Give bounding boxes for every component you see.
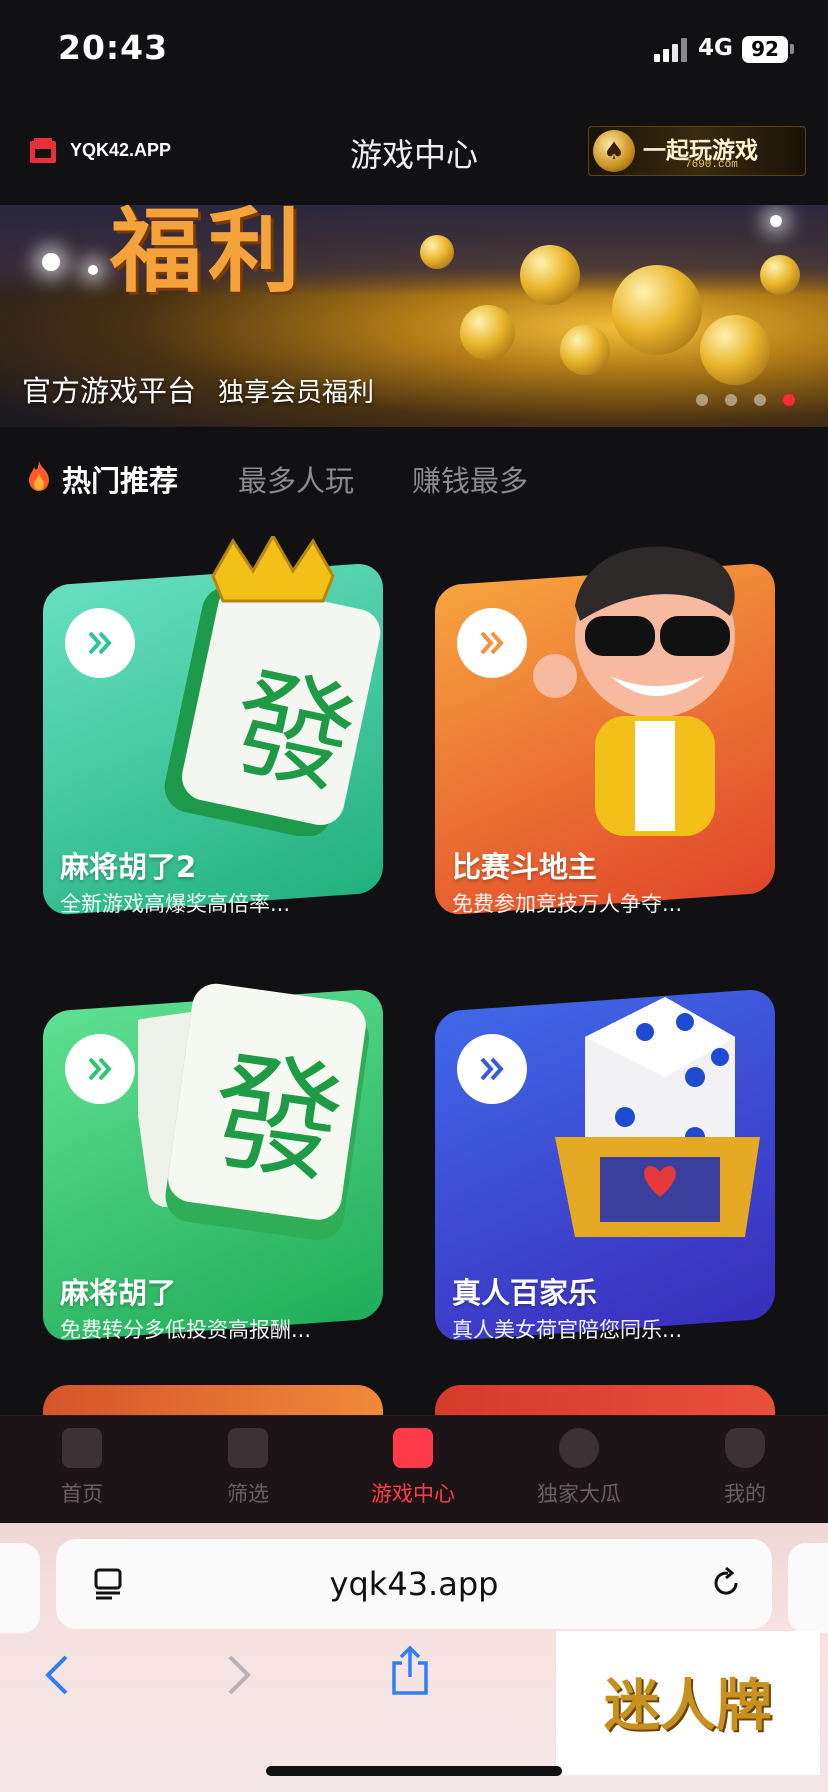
cartoon-character-art: [533, 546, 735, 836]
forward-icon[interactable]: [220, 1653, 256, 1697]
double-chevron-icon: [88, 631, 112, 655]
nav-filter[interactable]: 筛选: [193, 1428, 303, 1508]
back-icon[interactable]: [40, 1653, 76, 1697]
filter-icon: [228, 1428, 268, 1468]
gold-coin: [520, 245, 580, 305]
gold-coin: [560, 325, 610, 375]
status-bar: 20:43 4G 92: [0, 0, 828, 100]
home-indicator[interactable]: [266, 1766, 562, 1776]
planet-icon: [559, 1428, 599, 1468]
nav-exclusive[interactable]: 独家大瓜: [524, 1428, 634, 1508]
mahjong-tile-crown-art: 發: [164, 536, 381, 836]
tab-hot-recommend[interactable]: 热门推荐: [62, 458, 178, 500]
carousel-dot[interactable]: [696, 394, 708, 406]
game-title: 麻将胡了: [60, 1276, 177, 1310]
stadium-light: [42, 253, 60, 271]
hero-art-text: 福利: [110, 205, 307, 305]
nav-game-center[interactable]: 游戏中心: [358, 1428, 468, 1508]
hero-banner[interactable]: 福利 官方游戏平台 独享会员福利: [0, 205, 828, 427]
carousel-dot[interactable]: [754, 394, 766, 406]
nav-label: 游戏中心: [371, 1482, 455, 1506]
double-chevron-icon: [480, 631, 504, 655]
gold-coin: [760, 255, 800, 295]
game-desc: 免费参加竞技万人争夺...: [452, 892, 683, 916]
battery-tip: [790, 44, 794, 54]
category-tabs: 热门推荐 最多人玩 赚钱最多: [0, 440, 828, 516]
gold-coin: [700, 315, 770, 385]
tab-most-earning[interactable]: 赚钱最多: [412, 458, 528, 500]
nav-profile[interactable]: 我的: [690, 1428, 800, 1508]
game-title: 比赛斗地主: [452, 850, 598, 884]
game-card-baccarat[interactable]: 真人百家乐 真人美女荷官陪您同乐...: [435, 988, 775, 1342]
stadium-light: [88, 265, 98, 275]
nav-label: 我的: [724, 1482, 766, 1506]
dice-treasure-art: [555, 997, 760, 1237]
double-chevron-icon: [480, 1057, 504, 1081]
nav-label: 筛选: [227, 1482, 269, 1506]
game-card-mahjong[interactable]: 發 麻将胡了 免费转分多低投资高报酬...: [43, 983, 383, 1342]
stadium-light: [770, 215, 782, 227]
game-desc: 真人美女荷官陪您同乐...: [452, 1318, 683, 1342]
game-title: 麻将胡了2: [60, 850, 197, 884]
spade-coin-icon: ♠: [593, 130, 635, 172]
profile-icon: [725, 1428, 765, 1468]
svg-text:發: 發: [202, 1034, 352, 1203]
watermark-text: 迷人牌: [604, 1673, 772, 1739]
game-desc: 免费转分多低投资高报酬...: [60, 1318, 312, 1342]
tab-most-played[interactable]: 最多人玩: [238, 458, 354, 500]
carousel-dot-active[interactable]: [783, 394, 795, 406]
signal-icon: [654, 38, 688, 62]
play-button[interactable]: [65, 1034, 135, 1104]
app-header: YQK42.APP 游戏中心 ♠ 一起玩游戏 7690.com: [0, 100, 828, 205]
gold-coin: [612, 265, 702, 355]
nav-home[interactable]: 首页: [27, 1428, 137, 1508]
battery-icon: 92: [742, 36, 788, 63]
prev-tab-stub[interactable]: [0, 1543, 40, 1633]
ad-domain: 7690.com: [685, 159, 738, 171]
address-bar[interactable]: yqk43.app: [56, 1539, 772, 1629]
watermark-logo: 迷人牌: [556, 1631, 820, 1775]
clapperboard-icon: [62, 1428, 102, 1468]
play-button[interactable]: [457, 608, 527, 678]
bottom-nav: 首页 筛选 游戏中心 独家大瓜 我的: [0, 1415, 828, 1523]
fire-icon: [29, 461, 49, 491]
carousel-dots[interactable]: [696, 391, 812, 406]
status-time: 20:43: [58, 28, 169, 67]
reload-icon[interactable]: [708, 1565, 744, 1601]
game-card-icon: [393, 1428, 433, 1468]
hero-caption: 官方游戏平台 独享会员福利: [22, 368, 396, 410]
hero-caption-main: 官方游戏平台: [22, 374, 197, 408]
share-icon[interactable]: [388, 1645, 432, 1697]
next-tab-stub[interactable]: [788, 1543, 828, 1633]
ad-banner[interactable]: ♠ 一起玩游戏 7690.com: [588, 126, 806, 176]
game-card-mahjong-2[interactable]: 發 麻将胡了2 全新游戏高爆奖高倍率...: [43, 536, 383, 916]
nav-label: 首页: [61, 1482, 103, 1506]
url-text[interactable]: yqk43.app: [56, 1565, 772, 1603]
network-type: 4G: [698, 35, 733, 61]
play-button[interactable]: [65, 608, 135, 678]
game-desc: 全新游戏高爆奖高倍率...: [60, 892, 291, 916]
nav-label: 独家大瓜: [537, 1482, 621, 1506]
game-title: 真人百家乐: [452, 1276, 598, 1310]
carousel-dot[interactable]: [725, 394, 737, 406]
game-card-doudizhu[interactable]: 比赛斗地主 免费参加竞技万人争夺...: [435, 546, 775, 916]
gold-coin: [460, 305, 515, 360]
browser-toolbar: yqk43.app 迷人牌: [0, 1523, 828, 1792]
hero-caption-sub: 独享会员福利: [218, 378, 375, 408]
mahjong-tile-art: 發: [138, 983, 370, 1240]
double-chevron-icon: [88, 1057, 112, 1081]
play-button[interactable]: [457, 1034, 527, 1104]
gold-coin: [420, 235, 454, 269]
